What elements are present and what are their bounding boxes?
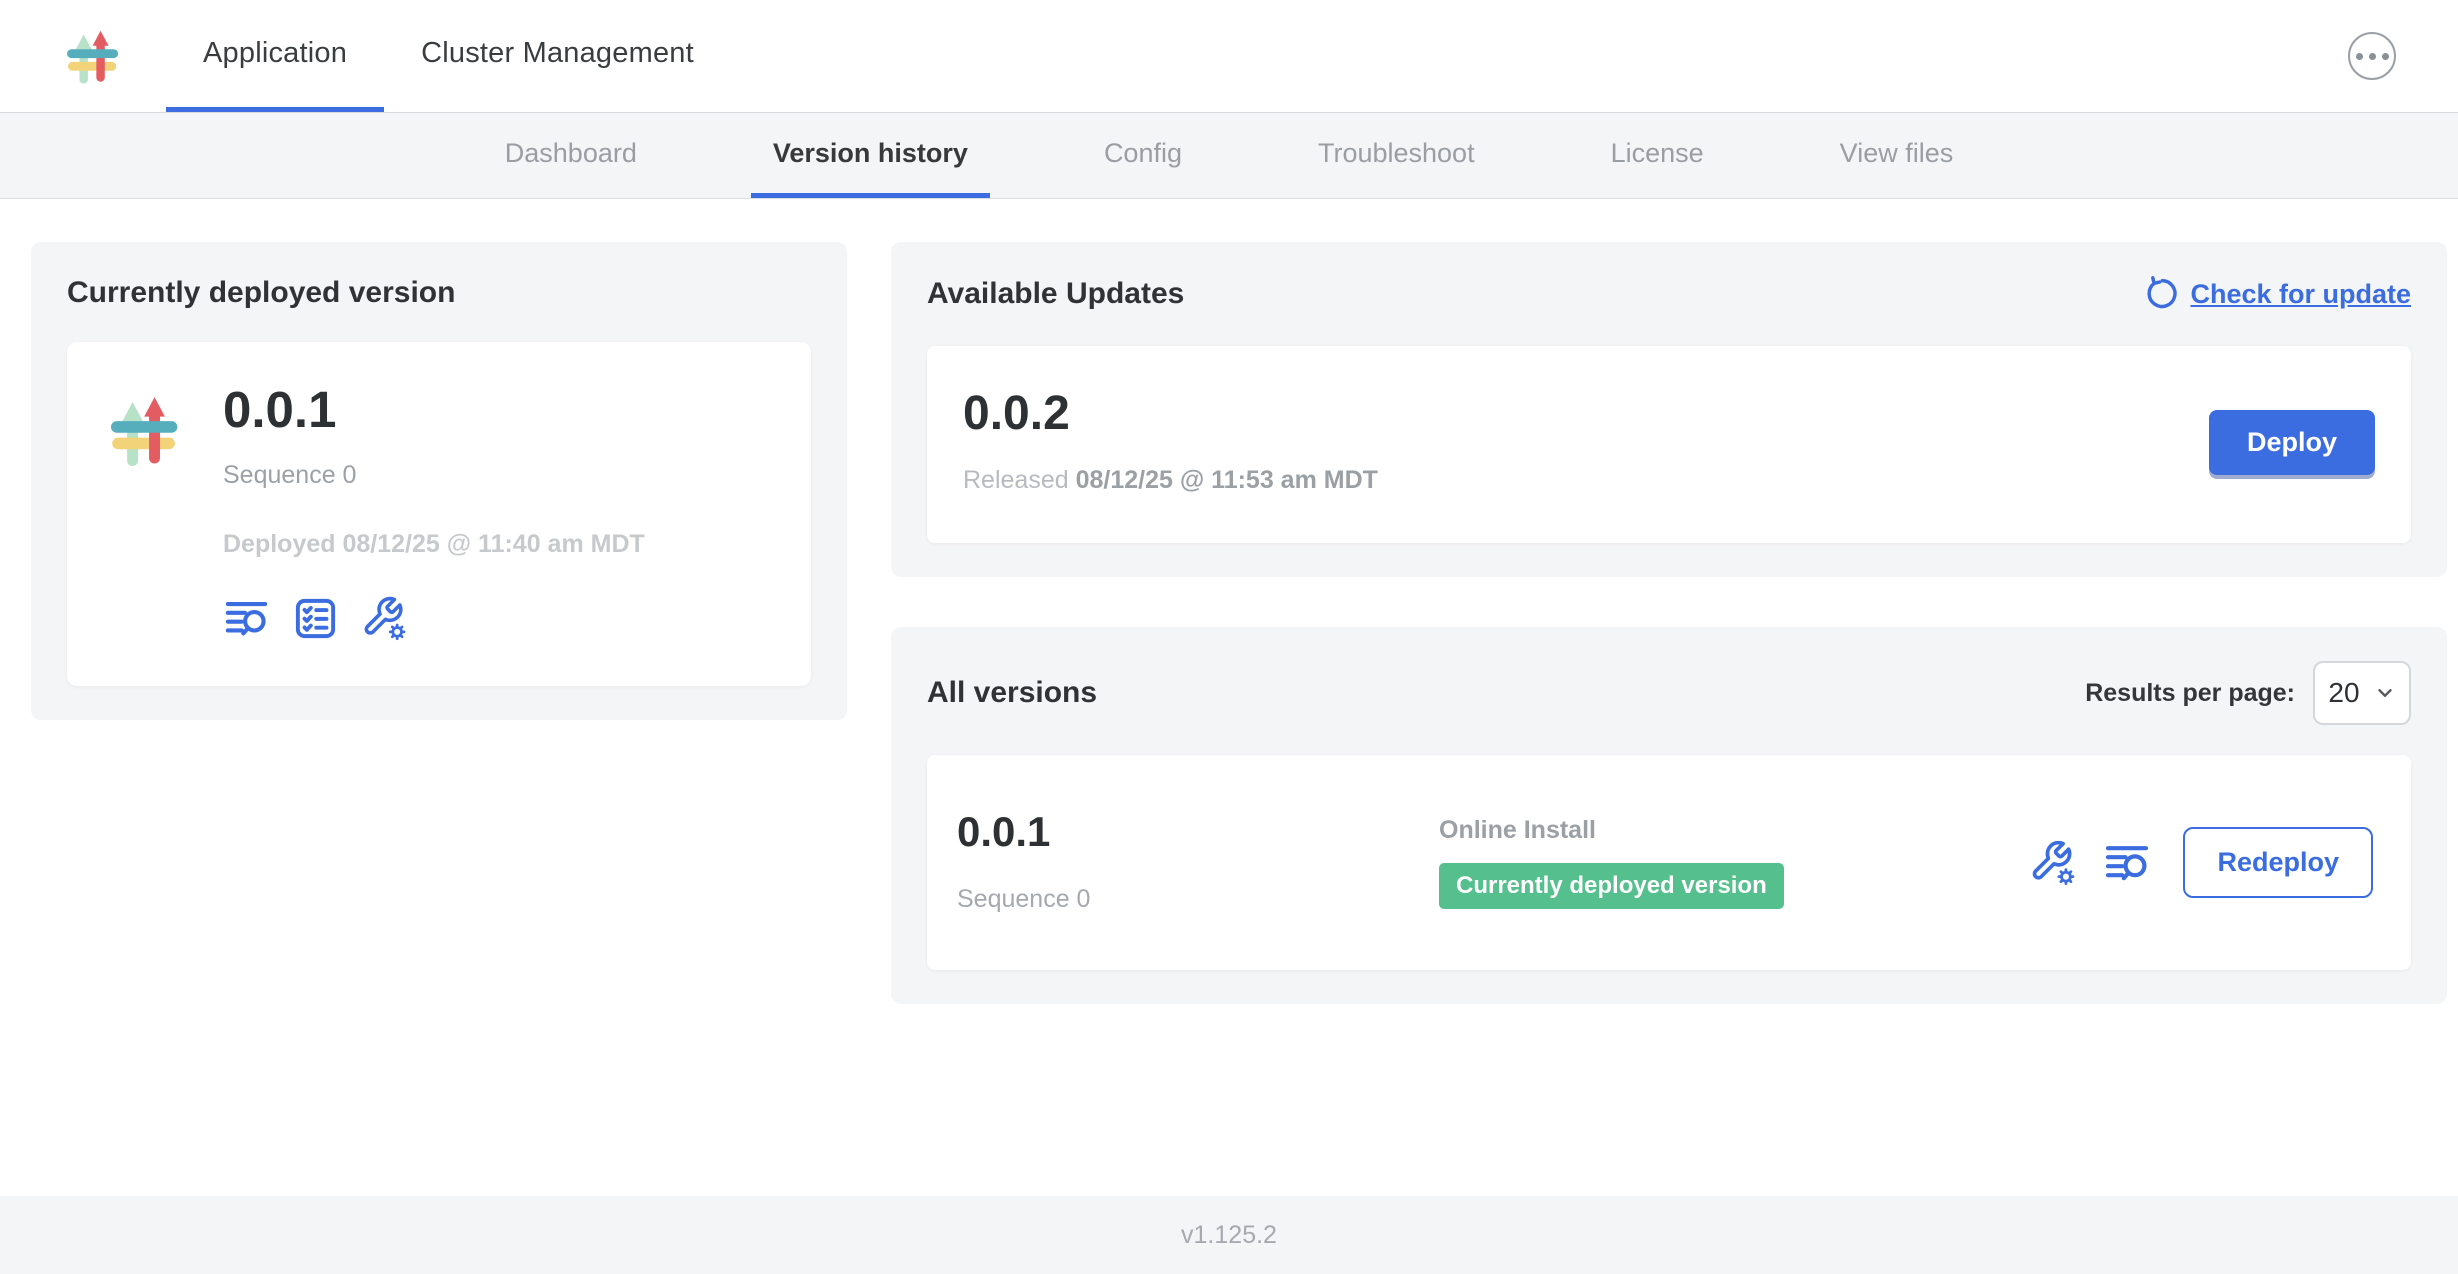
app-subnav: Dashboard Version history Config Trouble… xyxy=(0,113,2458,199)
update-version-number: 0.0.2 xyxy=(963,390,1378,438)
header-right xyxy=(2348,0,2396,112)
update-released-line: Released 08/12/25 @ 11:53 am MDT xyxy=(963,466,1378,495)
console-version: v1.125.2 xyxy=(1181,1221,1277,1250)
version-row: 0.0.1 Sequence 0 Online Install Currentl… xyxy=(927,755,2411,970)
results-per-page-select[interactable]: 20 xyxy=(2313,661,2411,725)
tab-cluster-management[interactable]: Cluster Management xyxy=(384,0,731,112)
refresh-icon xyxy=(2142,276,2178,312)
app-header: Application Cluster Management xyxy=(0,0,2458,113)
deployed-version-number: 0.0.1 xyxy=(223,384,645,435)
edit-config-icon[interactable] xyxy=(2029,839,2077,887)
deployed-actions xyxy=(223,595,645,642)
tab-application[interactable]: Application xyxy=(166,0,384,112)
row-install-type: Online Install xyxy=(1439,816,2029,845)
deployed-sequence: Sequence 0 xyxy=(223,461,645,490)
app-logo-icon xyxy=(107,384,185,474)
subnav-item-view-files[interactable]: View files xyxy=(1818,113,1976,198)
app-logo-icon xyxy=(64,0,124,112)
deployed-version-card: 0.0.1 Sequence 0 Deployed 08/12/25 @ 11:… xyxy=(67,342,811,686)
row-version-number: 0.0.1 xyxy=(957,811,1439,853)
row-sequence: Sequence 0 xyxy=(957,885,1439,914)
subnav-item-version-history[interactable]: Version history xyxy=(751,113,990,198)
view-logs-icon[interactable] xyxy=(2103,839,2151,887)
available-updates-card: Available Updates Check for update 0.0.2… xyxy=(891,242,2447,577)
currently-deployed-title: Currently deployed version xyxy=(67,276,811,310)
deployed-timestamp: Deployed 08/12/25 @ 11:40 am MDT xyxy=(223,530,645,559)
currently-deployed-badge: Currently deployed version xyxy=(1439,863,1784,909)
results-per-page-label: Results per page: xyxy=(2085,679,2295,708)
redeploy-button[interactable]: Redeploy xyxy=(2183,827,2373,898)
available-updates-title: Available Updates xyxy=(927,277,1184,311)
preflight-checks-icon[interactable] xyxy=(292,595,339,642)
subnav-item-license[interactable]: License xyxy=(1589,113,1726,198)
app-footer: v1.125.2 xyxy=(0,1196,2458,1274)
subnav-item-config[interactable]: Config xyxy=(1082,113,1204,198)
released-label: Released xyxy=(963,466,1069,494)
deploy-button[interactable]: Deploy xyxy=(2209,410,2375,475)
subnav-item-troubleshoot[interactable]: Troubleshoot xyxy=(1296,113,1497,198)
row-actions: Redeploy xyxy=(2029,827,2381,898)
chevron-down-icon xyxy=(2374,682,2396,704)
all-versions-card: All versions Results per page: 20 0.0.1 xyxy=(891,627,2447,1004)
check-for-update-label: Check for update xyxy=(2190,279,2411,310)
edit-config-icon[interactable] xyxy=(361,595,408,642)
view-logs-icon[interactable] xyxy=(223,595,270,642)
subnav-item-dashboard[interactable]: Dashboard xyxy=(483,113,659,198)
available-update-row: 0.0.2 Released 08/12/25 @ 11:53 am MDT D… xyxy=(927,346,2411,543)
results-per-page-value: 20 xyxy=(2328,677,2359,709)
results-per-page: Results per page: 20 xyxy=(2085,661,2411,725)
currently-deployed-card: Currently deployed version 0.0.1 Sequenc… xyxy=(31,242,847,720)
admin-console-page: Application Cluster Management Dashboard… xyxy=(0,0,2458,1274)
released-timestamp: 08/12/25 @ 11:53 am MDT xyxy=(1076,466,1378,494)
overflow-menu-button[interactable] xyxy=(2348,32,2396,80)
ellipsis-icon xyxy=(2356,53,2363,60)
all-versions-title: All versions xyxy=(927,676,1097,710)
main-tab-bar: Application Cluster Management xyxy=(166,0,731,112)
main-content: Currently deployed version 0.0.1 Sequenc… xyxy=(0,199,2458,1196)
check-for-update-link[interactable]: Check for update xyxy=(2142,276,2411,312)
